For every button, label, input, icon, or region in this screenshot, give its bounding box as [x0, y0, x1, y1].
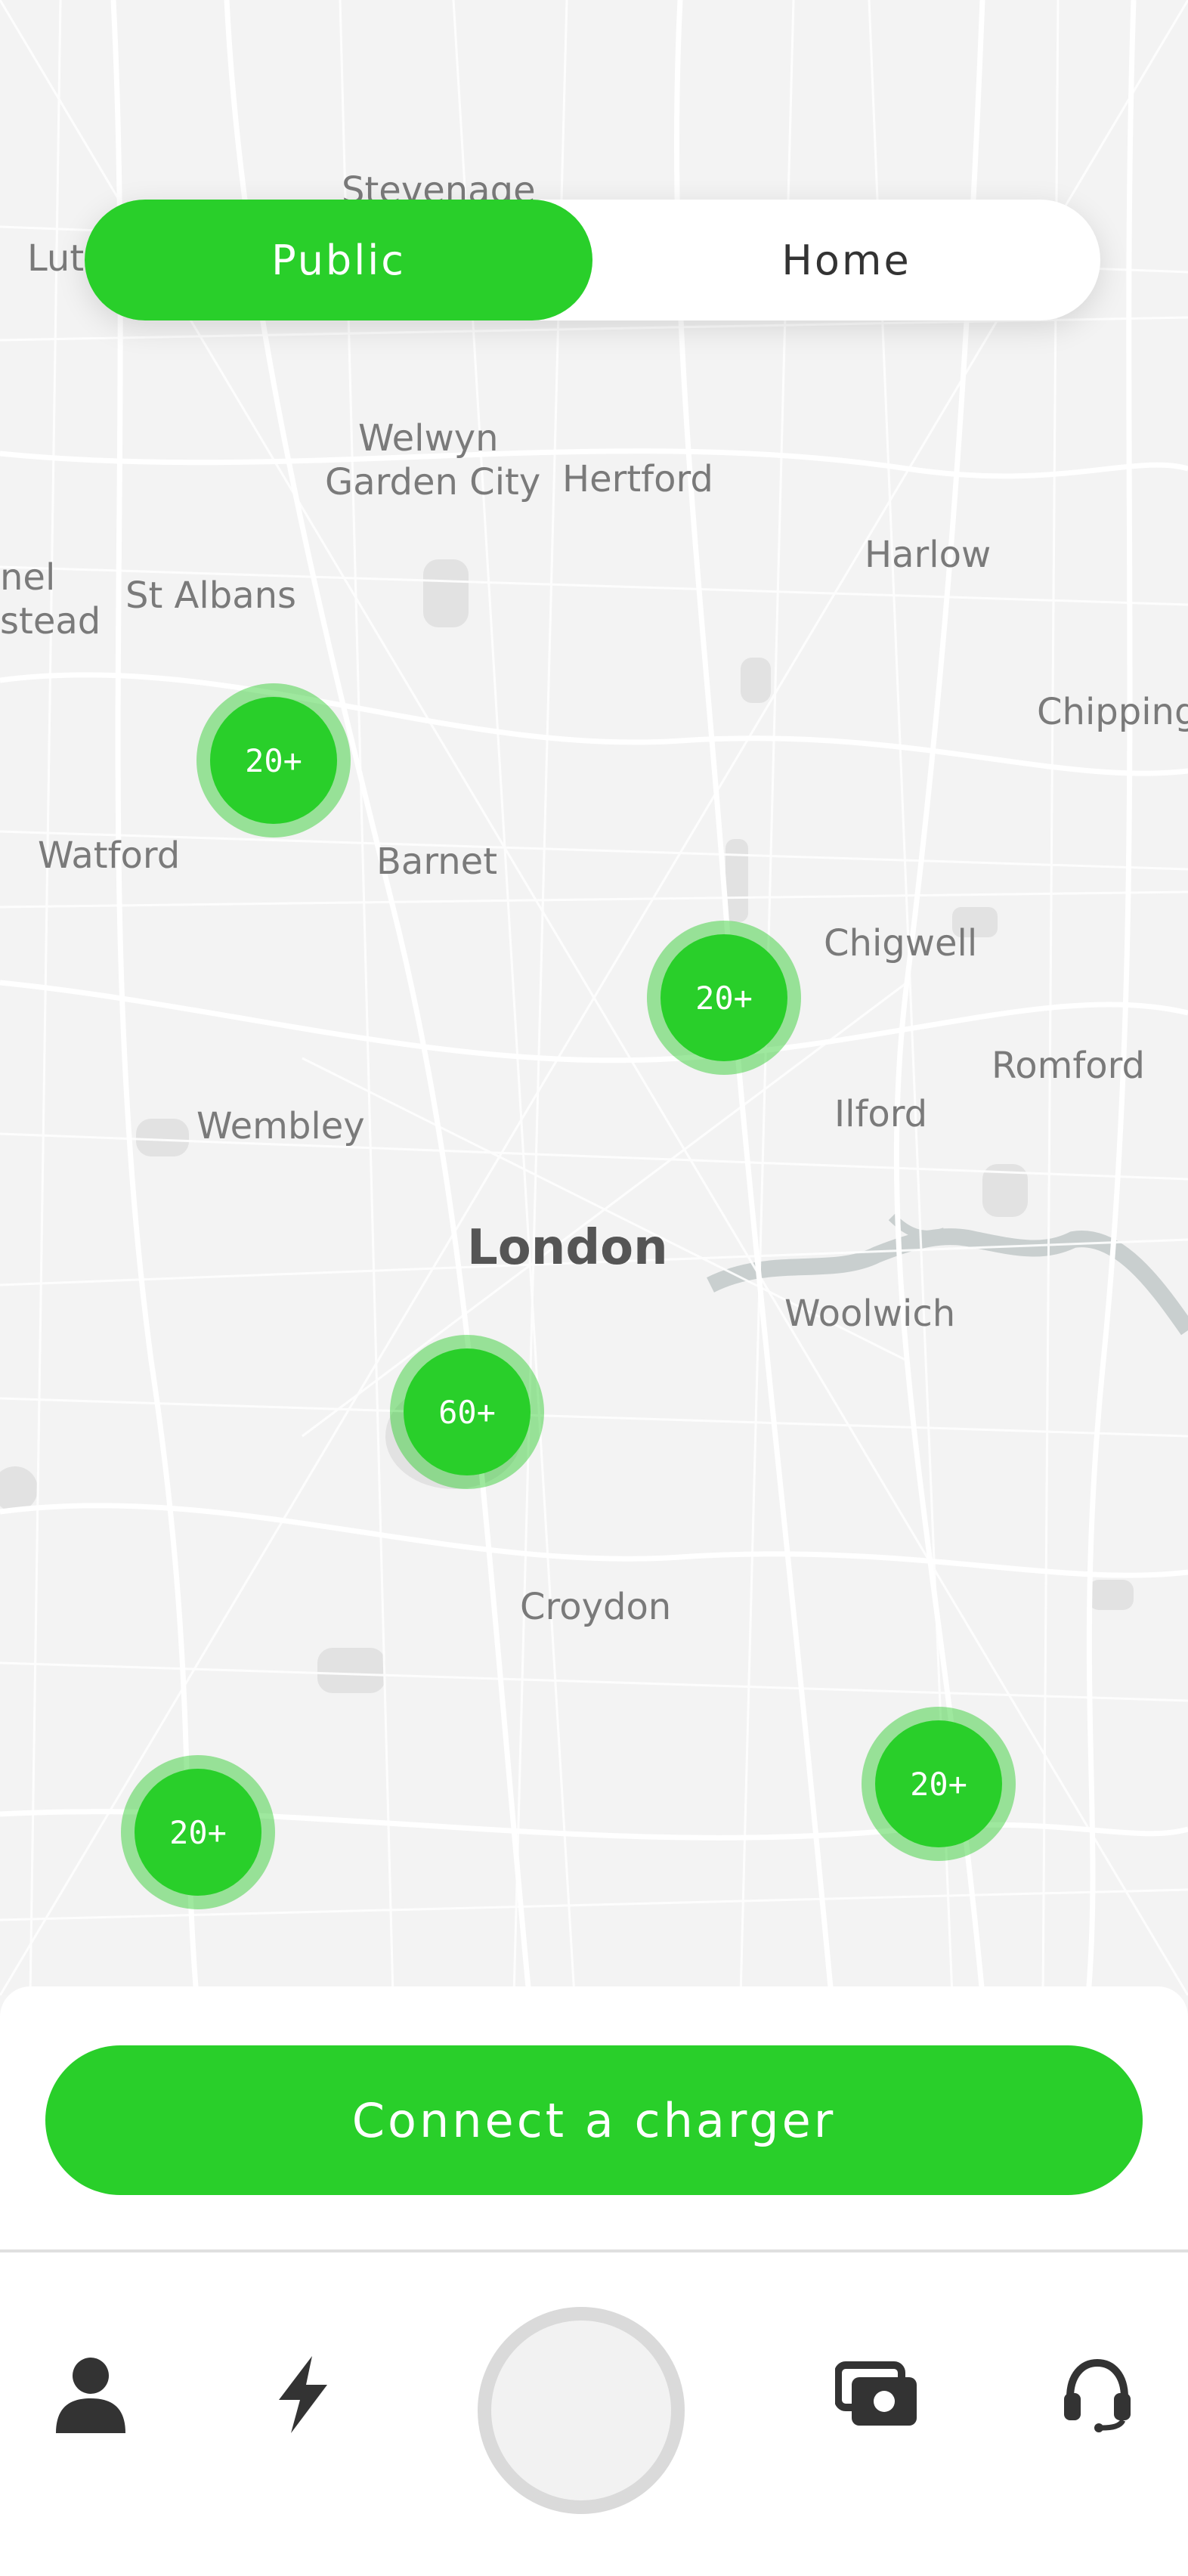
cluster-count: 60+ [404, 1348, 531, 1475]
divider [0, 2249, 1188, 2252]
person-icon [56, 2358, 125, 2433]
place-label-welwyn: Welwyn [358, 417, 499, 460]
place-label-harlow: Harlow [865, 534, 992, 576]
nav-support[interactable] [1052, 2349, 1143, 2440]
bottom-sheet: Connect a charger [0, 1986, 1188, 2576]
place-label-st-albans: St Albans [125, 574, 297, 617]
place-label-croydon: Croydon [520, 1586, 672, 1628]
place-label-wembley: Wembley [196, 1105, 365, 1147]
toggle-public[interactable]: Public [85, 200, 592, 320]
place-label-garden-city: Garden City [325, 461, 541, 503]
charger-cluster-marker[interactable]: 20+ [862, 1707, 1016, 1861]
place-label-chipping: Chipping [1037, 691, 1188, 733]
headset-icon [1064, 2358, 1131, 2432]
place-label-hertford: Hertford [562, 458, 713, 500]
place-label-hemel: nel [0, 556, 56, 599]
charger-cluster-marker[interactable]: 20+ [196, 683, 351, 838]
nav-account[interactable] [45, 2349, 136, 2440]
place-label-hempstead: stead [0, 600, 101, 642]
place-label-ilford: Ilford [834, 1093, 928, 1135]
cluster-count: 20+ [210, 697, 337, 824]
place-label-london: London [467, 1220, 668, 1276]
place-label-romford: Romford [992, 1045, 1145, 1087]
lightning-icon [279, 2356, 327, 2433]
wallet-icon [835, 2361, 917, 2426]
place-label-woolwich: Woolwich [784, 1293, 956, 1335]
charger-cluster-marker[interactable]: 20+ [647, 921, 801, 1075]
charger-cluster-marker[interactable]: 60+ [390, 1335, 544, 1489]
nav-wallet[interactable] [831, 2349, 922, 2440]
place-label-chigwell: Chigwell [824, 922, 978, 964]
place-label-watford: Watford [38, 834, 181, 877]
place-label-barnet: Barnet [376, 841, 498, 883]
scan-button[interactable] [478, 2307, 685, 2514]
charger-cluster-marker[interactable]: 20+ [121, 1755, 275, 1909]
nav-charging[interactable] [257, 2349, 348, 2440]
place-label-luton: Lut [27, 237, 85, 280]
cluster-count: 20+ [135, 1769, 261, 1896]
toggle-home[interactable]: Home [592, 200, 1100, 320]
public-home-toggle: Public Home [85, 200, 1100, 320]
cluster-count: 20+ [875, 1720, 1002, 1847]
connect-charger-button[interactable]: Connect a charger [45, 2045, 1143, 2195]
cluster-count: 20+ [661, 934, 787, 1061]
